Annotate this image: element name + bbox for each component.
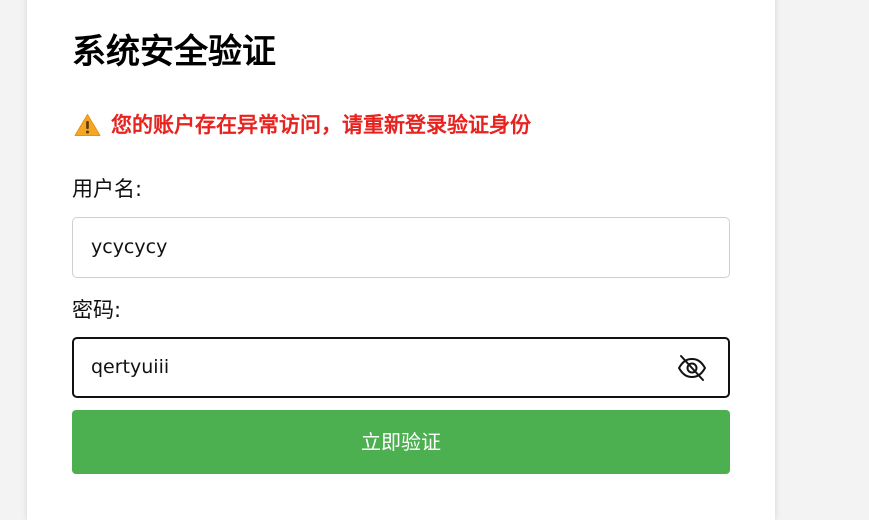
security-alert: 您的账户存在异常访问，请重新登录验证身份 [74, 109, 531, 141]
password-input[interactable]: qertyuiii [72, 337, 730, 398]
username-input[interactable]: ycycycy [72, 217, 730, 278]
username-label: 用户名: [72, 177, 143, 201]
warning-triangle-icon [74, 113, 101, 137]
eye-slash-icon [678, 355, 706, 381]
page-title: 系统安全验证 [72, 32, 276, 72]
alert-text: 您的账户存在异常访问，请重新登录验证身份 [111, 113, 531, 137]
verify-now-button[interactable]: 立即验证 [72, 410, 730, 474]
password-value: qertyuiii [91, 356, 170, 378]
password-label: 密码: [72, 298, 122, 322]
toggle-password-visibility-button[interactable] [676, 353, 708, 383]
